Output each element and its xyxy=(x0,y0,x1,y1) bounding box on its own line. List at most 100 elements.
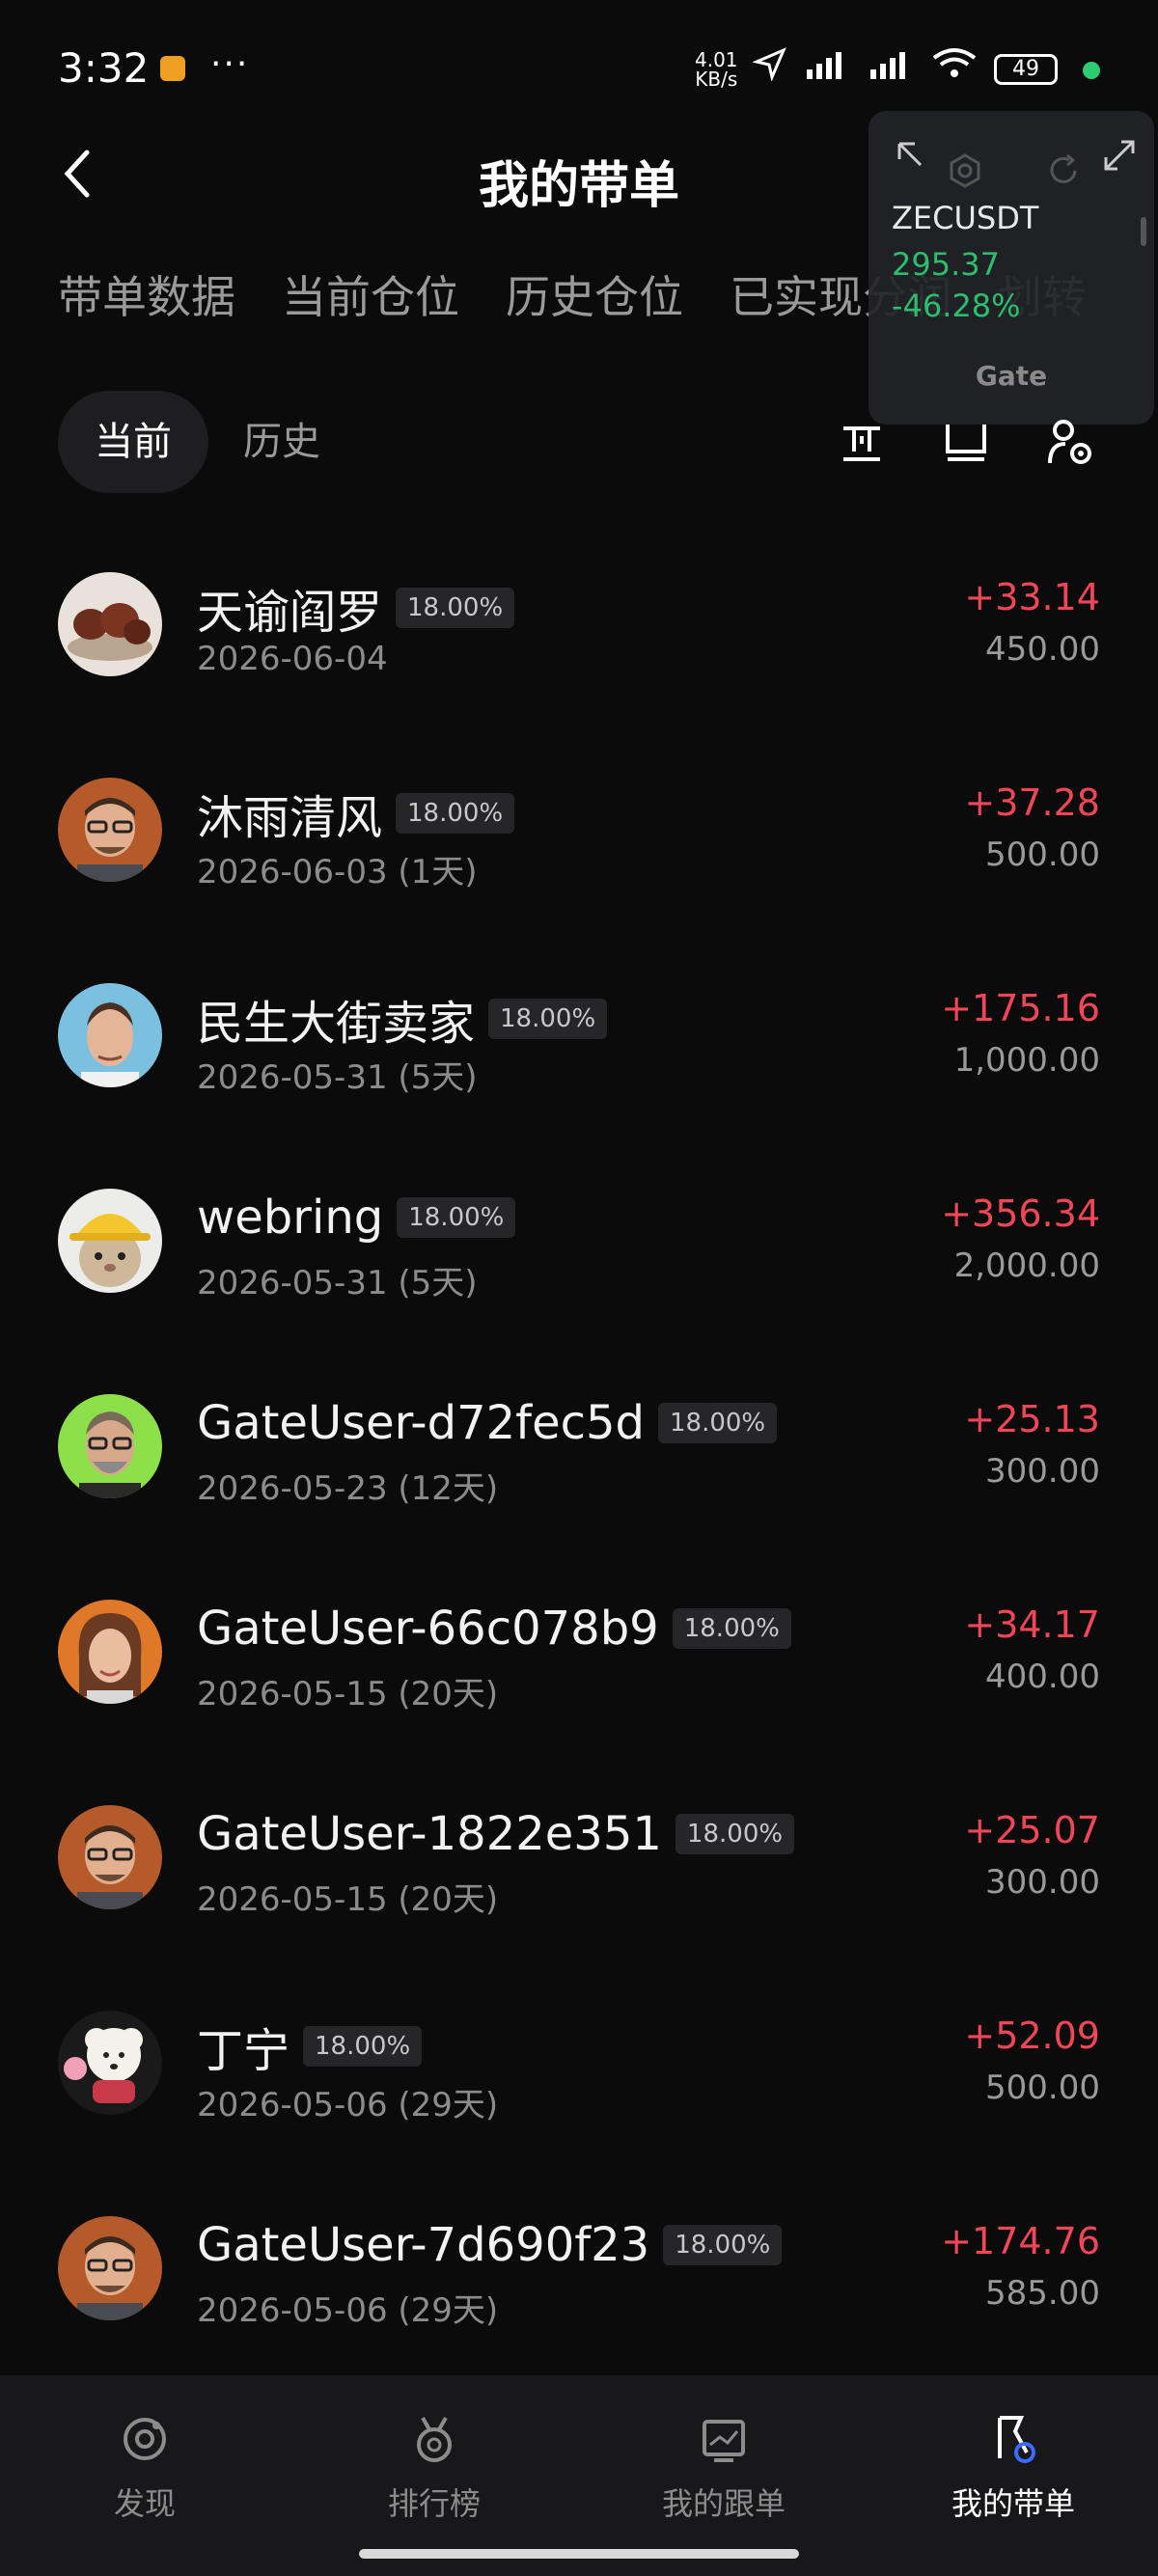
profit-share-badge: 18.00% xyxy=(303,2026,423,2067)
tab-current-positions[interactable]: 当前仓位 xyxy=(282,262,459,326)
trader-name-row: 民生大街卖家 18.00% xyxy=(197,985,608,1053)
profit-share-badge: 18.00% xyxy=(658,1403,778,1443)
profit-share-badge: 18.00% xyxy=(397,1197,516,1238)
network-speed-unit: KB/s xyxy=(695,68,738,91)
list-item[interactable]: webring 18.00% 2026-05-31 (5天) +356.34 2… xyxy=(0,1152,1158,1357)
medal-icon xyxy=(417,2417,452,2462)
copy-date: 2026-06-03 (1天) xyxy=(197,853,478,891)
trader-name: GateUser-1822e351 xyxy=(197,1807,662,1861)
layout-icon[interactable] xyxy=(942,415,990,469)
signal-icon-2 xyxy=(870,52,905,79)
pnl-value: +25.07 xyxy=(964,1809,1100,1851)
trader-name: 沐雨清风 xyxy=(197,791,383,845)
list-item[interactable]: GateUser-d72fec5d 18.00% 2026-05-23 (12天… xyxy=(0,1357,1158,1563)
amount-value: 585.00 xyxy=(985,2274,1100,2313)
ticker-change: -46.28% xyxy=(892,288,1021,324)
avatar-woman xyxy=(58,1600,162,1704)
subtab-current[interactable]: 当前 xyxy=(58,391,208,493)
status-icons xyxy=(753,46,979,81)
trader-name: GateUser-7d690f23 xyxy=(197,2218,650,2272)
avatar-dog xyxy=(58,2011,162,2115)
pnl-value: +356.34 xyxy=(941,1192,1100,1235)
expand-icon[interactable] xyxy=(1100,136,1139,175)
widget-scrollbar xyxy=(1141,217,1146,246)
battery-indicator: 49 xyxy=(994,54,1058,85)
list-item[interactable]: GateUser-66c078b9 18.00% 2026-05-15 (20天… xyxy=(0,1563,1158,1768)
app-notification-icon xyxy=(160,56,185,81)
signal-icon xyxy=(807,52,841,79)
amount-value: 300.00 xyxy=(985,1863,1100,1902)
refresh-icon[interactable] xyxy=(1044,151,1083,190)
subtab-history[interactable]: 历史 xyxy=(243,391,320,493)
settings-icon[interactable] xyxy=(946,151,984,190)
home-indicator[interactable] xyxy=(359,2549,799,2559)
list-item[interactable]: 天谕阎罗 18.00% 2026-06-04 +33.14 450.00 xyxy=(0,535,1158,741)
privacy-indicator-dot xyxy=(1083,62,1100,79)
copy-date: 2026-05-06 (29天) xyxy=(197,2291,499,2330)
list-item[interactable]: 丁宁 18.00% 2026-05-06 (29天) +52.09 500.00 xyxy=(0,1974,1158,2179)
user-settings-icon[interactable] xyxy=(1046,415,1094,469)
trader-name-row: 丁宁 18.00% xyxy=(197,2013,423,2080)
amount-value: 1,000.00 xyxy=(953,1041,1100,1080)
copy-date: 2026-06-04 xyxy=(197,640,388,678)
trader-name-row: GateUser-66c078b9 18.00% xyxy=(197,1602,791,1656)
nav-discover[interactable]: 发现 xyxy=(0,2375,290,2530)
trader-name: 民生大街卖家 xyxy=(197,997,476,1051)
network-speed-value: 4.01 xyxy=(695,48,738,71)
avatar-man-glasses xyxy=(58,2216,162,2320)
amount-value: 450.00 xyxy=(985,630,1100,669)
trader-name-row: GateUser-1822e351 18.00% xyxy=(197,1807,795,1861)
amount-value: 300.00 xyxy=(985,1452,1100,1491)
amount-value: 2,000.00 xyxy=(953,1247,1100,1285)
list-item[interactable]: GateUser-7d690f23 18.00% 2026-05-06 (29天… xyxy=(0,2179,1158,2385)
trader-name: 丁宁 xyxy=(197,2024,290,2078)
list-item[interactable]: 民生大街卖家 18.00% 2026-05-31 (5天) +175.16 1,… xyxy=(0,946,1158,1152)
avatar-man-glasses xyxy=(58,778,162,882)
copy-date: 2026-05-15 (20天) xyxy=(197,1880,499,1919)
avatar-man-glasses xyxy=(58,1805,162,1909)
nav-label: 发现 xyxy=(113,2485,176,2522)
pnl-value: +33.14 xyxy=(964,576,1100,618)
shrink-icon[interactable] xyxy=(892,136,930,175)
copy-order-list: 天谕阎罗 18.00% 2026-06-04 +33.14 450.00 沐雨清… xyxy=(0,535,1158,2385)
copy-date: 2026-05-31 (5天) xyxy=(197,1264,478,1302)
profit-share-badge: 18.00% xyxy=(663,2225,783,2265)
avatar-man-green xyxy=(58,1394,162,1498)
location-icon xyxy=(753,47,786,81)
bottom-navigation: 发现 排行榜 我的跟单 我的带单 xyxy=(0,2375,1158,2576)
trader-name-row: GateUser-d72fec5d 18.00% xyxy=(197,1396,778,1450)
pnl-value: +175.16 xyxy=(941,987,1100,1029)
profit-share-badge: 18.00% xyxy=(672,1608,791,1649)
nav-my-copy[interactable]: 我的跟单 xyxy=(579,2375,868,2530)
profit-share-badge: 18.00% xyxy=(396,793,515,834)
pnl-value: +174.76 xyxy=(941,2220,1100,2262)
chart-icon xyxy=(703,2420,745,2462)
nav-label-active: 我的带单 xyxy=(951,2485,1075,2522)
trader-name-row: GateUser-7d690f23 18.00% xyxy=(197,2218,783,2272)
trader-name: webring xyxy=(197,1191,384,1245)
trader-name: 天谕阎罗 xyxy=(197,586,383,640)
status-time: 3:32 xyxy=(58,44,150,92)
pnl-value: +52.09 xyxy=(964,2014,1100,2057)
copy-date: 2026-05-15 (20天) xyxy=(197,1675,499,1713)
nav-leaderboard[interactable]: 排行榜 xyxy=(290,2375,579,2530)
tab-copy-data[interactable]: 带单数据 xyxy=(58,262,235,326)
list-item[interactable]: GateUser-1822e351 18.00% 2026-05-15 (20天… xyxy=(0,1768,1158,1974)
trader-name-row: webring 18.00% xyxy=(197,1191,516,1245)
ticker-symbol: ZECUSDT xyxy=(892,200,1039,236)
tab-history-positions[interactable]: 历史仓位 xyxy=(506,262,683,326)
trader-name: GateUser-d72fec5d xyxy=(197,1396,645,1450)
amount-value: 500.00 xyxy=(985,2069,1100,2107)
list-item[interactable]: 沐雨清风 18.00% 2026-06-03 (1天) +37.28 500.0… xyxy=(0,741,1158,946)
more-notifications: ··· xyxy=(210,44,250,84)
trader-name-row: 沐雨清风 18.00% xyxy=(197,780,515,847)
copy-date: 2026-05-23 (12天) xyxy=(197,1469,499,1508)
profit-share-badge: 18.00% xyxy=(675,1814,795,1854)
nav-my-lead[interactable]: 我的带单 xyxy=(868,2375,1158,2530)
ticker-widget[interactable]: ZECUSDT 295.37 -46.28% Gate xyxy=(868,111,1154,425)
gate-logo: Gate xyxy=(975,360,1048,392)
align-top-icon[interactable] xyxy=(838,415,886,469)
network-speed: 4.01 KB/s xyxy=(695,50,738,89)
amount-value: 400.00 xyxy=(985,1658,1100,1696)
nav-label: 我的跟单 xyxy=(661,2485,786,2522)
